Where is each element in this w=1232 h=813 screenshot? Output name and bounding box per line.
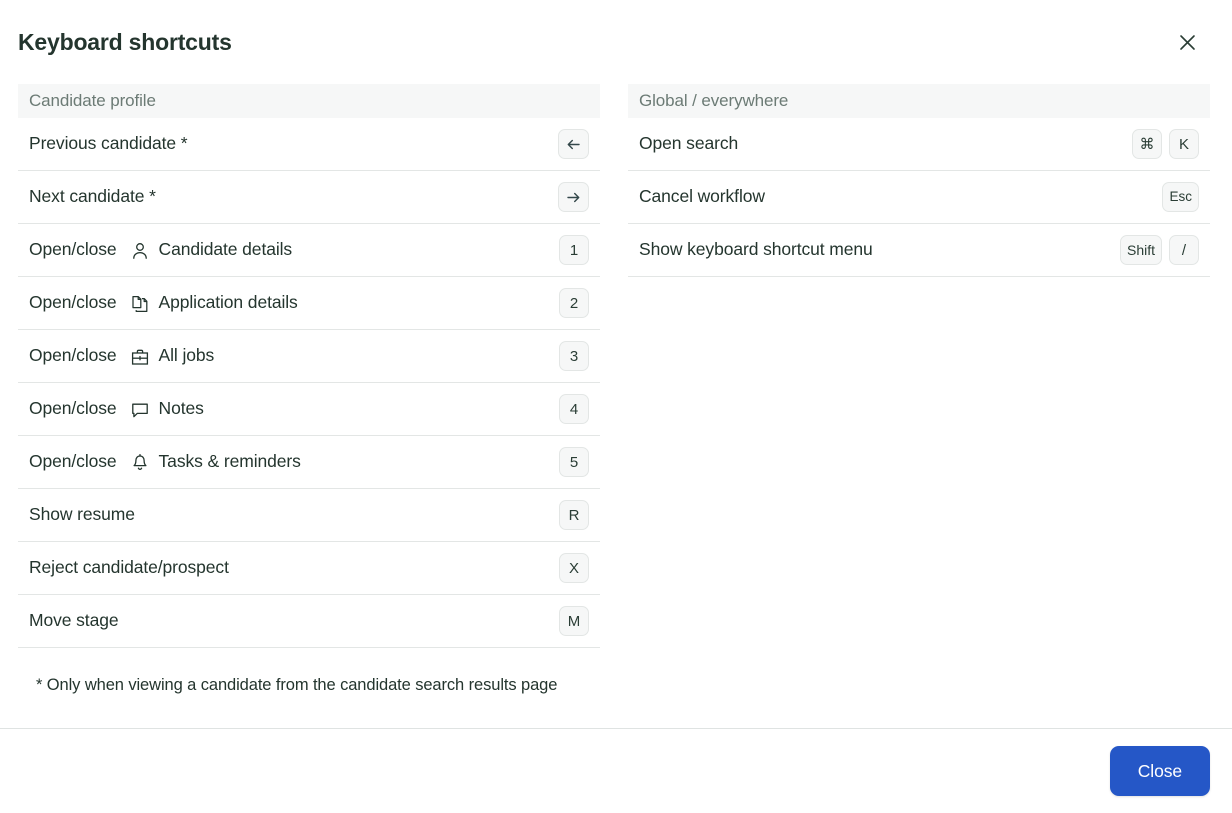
column-candidate-profile: Candidate profile Previous candidate * Ne… [18, 84, 600, 695]
key-badge: R [559, 500, 589, 530]
shortcut-target-text: Application details [158, 292, 298, 313]
close-dialog-button[interactable] [1170, 25, 1204, 59]
shortcut-row: Open/close Notes 4 [18, 383, 600, 436]
shortcut-label-text: Open/close [29, 292, 117, 313]
shortcut-row: Show keyboard shortcut menu Shift / [628, 224, 1210, 277]
speech-bubble-icon [129, 399, 151, 421]
shortcut-label-text: Show resume [29, 504, 135, 525]
shortcut-target-text: All jobs [158, 345, 215, 366]
key-badge: 5 [559, 447, 589, 477]
key-badge: 4 [559, 394, 589, 424]
footnote: * Only when viewing a candidate from the… [36, 676, 558, 694]
key-badge: 3 [559, 341, 589, 371]
shortcut-keys: 3 [559, 341, 589, 371]
shortcut-keys: X [559, 553, 589, 583]
shortcut-target-text: Candidate details [158, 239, 293, 260]
shortcut-description: Show resume [29, 506, 135, 524]
shortcut-keys: 4 [559, 394, 589, 424]
shortcut-description: Open/close All jobs [29, 345, 214, 367]
key-badge-arrow-right [558, 182, 589, 212]
close-icon [1178, 33, 1197, 52]
keyboard-shortcuts-modal: Keyboard shortcuts Candidate profile Pre… [0, 0, 1232, 813]
shortcut-label-text: Show keyboard shortcut menu [639, 239, 873, 260]
shortcut-list-candidate-profile: Previous candidate * Next candidate * Open… [18, 118, 600, 648]
shortcut-description: Open/close Application details [29, 292, 298, 314]
shortcut-row: Open/close Tasks & reminders 5 [18, 436, 600, 489]
key-badge: / [1169, 235, 1199, 265]
shortcut-row: Next candidate * [18, 171, 600, 224]
shortcut-row: Open search ⌘ K [628, 118, 1210, 171]
column-global: Global / everywhere Open search ⌘ K Cancel … [628, 84, 1210, 277]
shortcut-keys: 2 [559, 288, 589, 318]
shortcut-row: Show resume R [18, 489, 600, 542]
shortcut-target-text: Tasks & reminders [158, 451, 301, 472]
briefcase-icon [129, 346, 151, 368]
section-heading-global: Global / everywhere [628, 84, 1210, 118]
shortcut-row: Open/close Application details 2 [18, 277, 600, 330]
shortcut-description: Open/close Tasks & reminders [29, 451, 301, 473]
key-badge: 2 [559, 288, 589, 318]
shortcut-keys: Shift / [1119, 235, 1199, 265]
bell-icon [129, 452, 151, 474]
key-badge: K [1169, 129, 1199, 159]
shortcut-keys: 1 [559, 235, 589, 265]
page-title: Keyboard shortcuts [18, 28, 232, 55]
shortcut-row: Previous candidate * [18, 118, 600, 171]
shortcut-row: Open/close All jobs 3 [18, 330, 600, 383]
shortcut-description: Next candidate * [29, 188, 156, 206]
key-badge: M [559, 606, 589, 636]
shortcut-keys: Esc [1162, 182, 1199, 212]
shortcut-description: Show keyboard shortcut menu [639, 241, 873, 259]
shortcut-label-text: Open/close [29, 239, 117, 260]
key-badge: Shift [1119, 235, 1162, 265]
shortcut-label-text: Open/close [29, 398, 117, 419]
key-badge: ⌘ [1132, 129, 1162, 159]
shortcut-keys: ⌘ K [1132, 129, 1199, 159]
shortcut-list-global: Open search ⌘ K Cancel workflow Esc Show keyb… [628, 118, 1210, 277]
shortcut-label-text: Cancel workflow [639, 186, 765, 207]
shortcut-description: Open search [639, 135, 738, 153]
shortcut-row: Reject candidate/prospect X [18, 542, 600, 595]
section-heading-candidate-profile: Candidate profile [18, 84, 600, 118]
key-badge: 1 [559, 235, 589, 265]
shortcut-label-text: Open/close [29, 451, 117, 472]
shortcut-description: Open/close Candidate details [29, 239, 292, 261]
modal-header: Keyboard shortcuts [0, 0, 1232, 84]
shortcut-label-text: Open/close [29, 345, 117, 366]
shortcut-row: Open/close Candidate details 1 [18, 224, 600, 277]
shortcut-description: Cancel workflow [639, 188, 765, 206]
shortcut-target-text: Notes [158, 398, 204, 419]
shortcut-label-text: Next candidate * [29, 186, 156, 207]
close-button[interactable]: Close [1109, 746, 1210, 796]
shortcut-keys [558, 182, 589, 212]
shortcut-keys [558, 129, 589, 159]
shortcut-keys: 5 [559, 447, 589, 477]
shortcut-label-text: Reject candidate/prospect [29, 557, 229, 578]
shortcut-label-text: Open search [639, 133, 739, 154]
person-icon [129, 240, 151, 262]
key-badge-arrow-left [558, 129, 589, 159]
key-badge: Esc [1162, 182, 1199, 212]
shortcut-label-text: Move stage [29, 610, 119, 631]
shortcut-label-text: Previous candidate * [29, 133, 188, 154]
shortcut-keys: R [559, 500, 589, 530]
shortcut-description: Reject candidate/prospect [29, 559, 229, 577]
modal-body: Candidate profile Previous candidate * Ne… [0, 84, 1232, 728]
modal-footer: Close [0, 728, 1232, 813]
key-badge: X [559, 553, 589, 583]
shortcut-description: Move stage [29, 610, 119, 631]
shortcut-row: Cancel workflow Esc [628, 171, 1210, 224]
copy-documents-icon [129, 293, 151, 315]
shortcut-description: Previous candidate * [29, 135, 188, 153]
shortcut-description: Open/close Notes [29, 398, 204, 420]
shortcut-row: Move stage M [18, 595, 600, 648]
shortcut-keys: M [559, 606, 589, 636]
